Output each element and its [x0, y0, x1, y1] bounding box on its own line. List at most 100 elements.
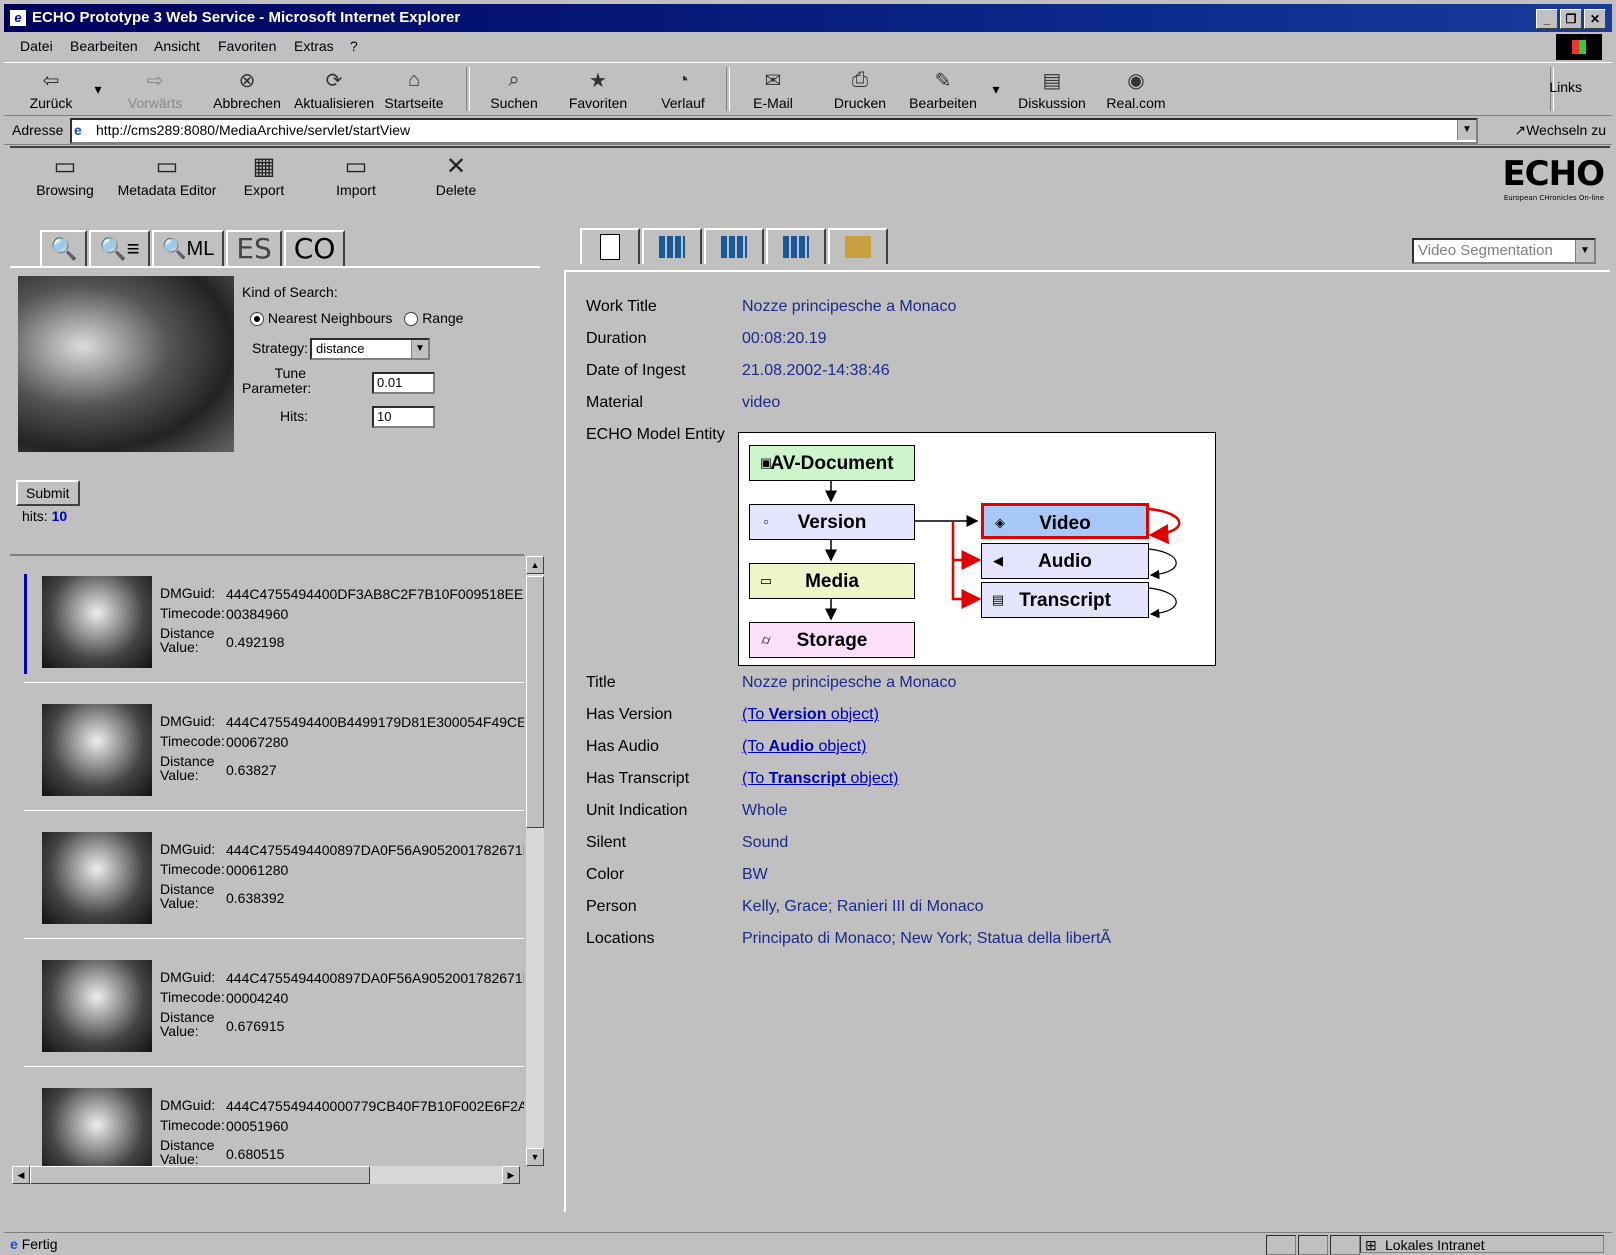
edit-button[interactable]: ✎ Bearbeiten: [906, 65, 980, 112]
menu-favoriten[interactable]: Favoriten: [218, 38, 276, 54]
export-button[interactable]: ▦ Export: [236, 152, 292, 198]
mail-button[interactable]: ✉ E-Mail: [748, 65, 798, 112]
restore-button[interactable]: ❐: [1560, 9, 1582, 29]
menu-extras[interactable]: Extras: [294, 38, 334, 54]
tune-parameter-input[interactable]: 0.01: [372, 372, 435, 394]
favorites-icon: ★: [589, 69, 607, 92]
address-dropdown[interactable]: ▼: [1457, 120, 1476, 140]
print-button[interactable]: ⎙ Drucken: [830, 65, 890, 112]
security-zone: ⊞ Lokales Intranet: [1360, 1235, 1604, 1253]
result-thumbnail[interactable]: [42, 1088, 152, 1176]
av-icon: ▣: [759, 455, 773, 470]
menu-help[interactable]: ?: [350, 38, 358, 54]
stop-button[interactable]: ⊗ Abbrechen: [212, 65, 282, 112]
result-thumbnail[interactable]: [42, 832, 152, 924]
tab-media-view[interactable]: [828, 228, 888, 264]
tab-es[interactable]: ES: [226, 230, 282, 266]
links-button[interactable]: Links: [1549, 79, 1582, 95]
refresh-button[interactable]: ⟳ Aktualisieren: [294, 65, 374, 112]
strategy-label: Strategy:: [252, 340, 309, 356]
menu-datei[interactable]: Datei: [20, 38, 53, 54]
tab-grid-view-2[interactable]: [766, 228, 826, 264]
edit-dropdown[interactable]: ▾: [988, 81, 1004, 98]
node-version[interactable]: ▫ Version: [749, 504, 915, 540]
result-thumbnail[interactable]: [42, 576, 152, 668]
list-item[interactable]: DMGuid: 444C4755494400897DA0F56A905200178…: [24, 940, 524, 1067]
node-media[interactable]: ▭ Media: [749, 563, 915, 599]
menu-bearbeiten[interactable]: Bearbeiten: [70, 38, 138, 54]
result-list-scrollbar[interactable]: ▲ ▼: [526, 556, 544, 1166]
strategy-select[interactable]: distance ▼: [310, 338, 430, 360]
scroll-down-button[interactable]: ▼: [526, 1148, 544, 1166]
tab-co[interactable]: CO: [283, 230, 346, 266]
address-input[interactable]: e http://cms289:8080/MediaArchive/servle…: [70, 118, 1478, 144]
tab-advanced-search[interactable]: 🔍≡: [89, 230, 150, 266]
view-mode-select[interactable]: Video Segmentation ▼: [1412, 238, 1596, 264]
result-thumbnail[interactable]: [42, 704, 152, 796]
scroll-thumb[interactable]: [526, 576, 544, 828]
history-button[interactable]: ◔ Verlauf: [658, 65, 708, 112]
import-button[interactable]: ▭ Import: [328, 152, 384, 198]
tab-document-view[interactable]: [580, 228, 640, 264]
discussion-icon: ▤: [1042, 69, 1062, 92]
tab-list-view[interactable]: [642, 228, 702, 264]
has-version-link[interactable]: (To Version object): [742, 706, 879, 724]
has-transcript-link[interactable]: (To Transcript object): [742, 770, 899, 788]
version-icon: ▫: [763, 514, 769, 529]
delete-icon: ✕: [445, 153, 467, 180]
status-text: e Fertig: [10, 1236, 58, 1252]
back-dropdown[interactable]: ▾: [90, 81, 106, 98]
menu-ansicht[interactable]: Ansicht: [154, 38, 200, 54]
ingest-value: 21.08.2002-14:38:46: [742, 362, 890, 379]
has-transcript-label: Has Transcript: [586, 770, 690, 787]
tab-ml-search[interactable]: 🔍ML: [151, 230, 225, 266]
kind-of-search: Kind of Search: Nearest Neighbours Range: [242, 284, 463, 327]
list-item[interactable]: DMGuid: 444C4755494400B4499179D81E300054F…: [24, 684, 524, 811]
home-button[interactable]: ⌂ Startseite: [384, 65, 444, 112]
list-item[interactable]: DMGuid: 444C4755494400DF3AB8C2F7B10F00951…: [24, 556, 524, 683]
go-arrow-icon: ↗: [1514, 122, 1527, 138]
scroll-up-button[interactable]: ▲: [526, 556, 544, 574]
color-label: Color: [586, 866, 625, 883]
metadata-editor-button[interactable]: ▭ Metadata Editor: [112, 152, 222, 198]
forward-button[interactable]: ⇨ Vorwärts: [120, 65, 190, 112]
forward-arrow-icon: ⇨: [146, 69, 164, 92]
submit-button[interactable]: Submit: [16, 480, 80, 506]
list-item[interactable]: DMGuid: 444C475549440000779CB40F7B10F002E…: [24, 1068, 524, 1176]
nearest-neighbours-radio[interactable]: [250, 312, 264, 327]
hits-input[interactable]: 10: [372, 406, 435, 428]
list-item[interactable]: DMGuid: 444C4755494400897DA0F56A905200178…: [24, 812, 524, 939]
node-transcript[interactable]: ▤ Transcript: [981, 582, 1149, 618]
delete-button[interactable]: ✕ Delete: [428, 152, 484, 198]
list-view-icon: [659, 236, 685, 258]
has-audio-link[interactable]: (To Audio object): [742, 738, 866, 756]
details-panel: Work Title Nozze principesche a Monaco D…: [564, 270, 1610, 1212]
tab-simple-search[interactable]: 🔍: [40, 230, 88, 266]
tab-grid-view[interactable]: [704, 228, 764, 264]
hscroll-thumb[interactable]: [30, 1166, 370, 1184]
search-button[interactable]: ⌕ Suchen: [484, 65, 544, 112]
result-thumbnail[interactable]: [42, 960, 152, 1052]
minimize-button[interactable]: _: [1536, 9, 1558, 29]
page-content: ▭ Browsing ▭ Metadata Editor ▦ Export ▭ Impo…: [4, 146, 1612, 1231]
range-radio[interactable]: [404, 312, 419, 327]
node-video[interactable]: ◈ Video: [981, 503, 1149, 539]
favorites-button[interactable]: ★ Favoriten: [566, 65, 630, 112]
node-audio[interactable]: ◀ Audio: [981, 543, 1149, 579]
scroll-right-button[interactable]: ▶: [502, 1166, 520, 1184]
back-button[interactable]: ⇦ Zurück: [26, 65, 76, 112]
go-button[interactable]: ↗Wechseln zu: [1514, 122, 1606, 139]
browsing-button[interactable]: ▭ Browsing: [32, 152, 98, 198]
discussion-button[interactable]: ▤ Diskussion: [1012, 65, 1092, 112]
result-list-hscrollbar[interactable]: ◀ ▶: [12, 1166, 520, 1184]
browser-toolbar: ⇦ Zurück ▾ ⇨ Vorwärts ⊗ Abbrechen ⟳ Aktualis…: [4, 62, 1612, 116]
material-value: video: [742, 394, 781, 411]
person-value: Kelly, Grace; Ranieri III di Monaco: [742, 898, 984, 915]
node-storage[interactable]: ⌭ Storage: [749, 622, 915, 658]
close-button[interactable]: ✕: [1584, 9, 1606, 29]
unit-label: Unit Indication: [586, 802, 688, 819]
real-button[interactable]: ◉ Real.com: [1096, 65, 1176, 112]
node-av-document[interactable]: ▣ AV-Document: [749, 445, 915, 481]
address-url: http://cms289:8080/MediaArchive/servlet/…: [96, 122, 411, 138]
scroll-left-button[interactable]: ◀: [12, 1166, 30, 1184]
